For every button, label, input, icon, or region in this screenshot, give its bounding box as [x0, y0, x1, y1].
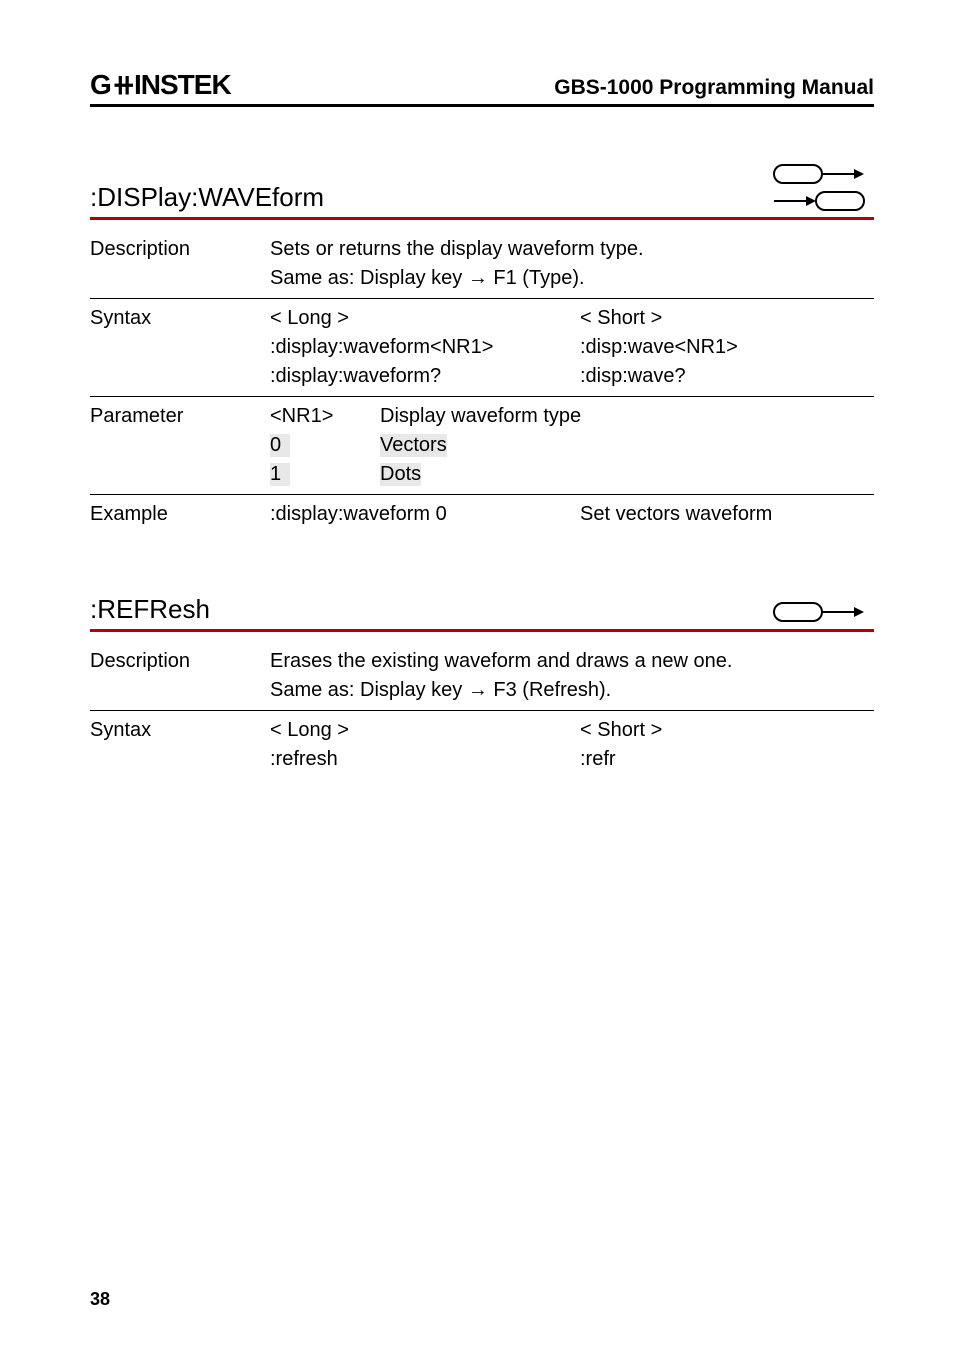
description2-line2: Same as: Display key → F3 (Refresh). — [270, 679, 874, 702]
page-number: 38 — [90, 1289, 110, 1310]
example-command: :display:waveform 0 — [270, 503, 580, 526]
set-icon — [768, 599, 874, 625]
long-header-2: < Long > — [270, 719, 580, 742]
brand-logo: G ⧺ INSTEK — [90, 70, 260, 100]
example-label: Example — [90, 503, 270, 526]
section-heading-waveform: :DISPlay:WAVEform — [90, 182, 324, 213]
section-heading-refresh: :REFResh — [90, 594, 210, 625]
syntax-long-2: :display:waveform? — [270, 365, 580, 388]
description-line1: Sets or returns the display waveform typ… — [270, 238, 874, 261]
description-label: Description — [90, 238, 270, 290]
syntax2-short-1: :refr — [580, 748, 616, 771]
description2-line1: Erases the existing waveform and draws a… — [270, 650, 874, 673]
param-nr1: <NR1> — [270, 405, 380, 428]
description-line2: Same as: Display key → F1 (Type). — [270, 267, 874, 290]
short-header-2: < Short > — [580, 719, 662, 742]
syntax-label-2: Syntax — [90, 719, 270, 771]
svg-text:⧺: ⧺ — [112, 70, 136, 100]
set-query-icons — [768, 161, 874, 213]
short-header: < Short > — [580, 307, 662, 330]
param-nr1-desc: Display waveform type — [380, 405, 874, 428]
param-0-desc: Vectors — [380, 434, 447, 457]
syntax-long-1: :display:waveform<NR1> — [270, 336, 580, 359]
manual-title: GBS-1000 Programming Manual — [554, 76, 874, 100]
param-1: 1 — [270, 463, 290, 486]
syntax-short-2: :disp:wave? — [580, 365, 686, 388]
long-header: < Long > — [270, 307, 580, 330]
svg-text:G: G — [90, 70, 112, 100]
description-label-2: Description — [90, 650, 270, 702]
syntax-short-1: :disp:wave<NR1> — [580, 336, 738, 359]
param-0: 0 — [270, 434, 290, 457]
syntax2-long-1: :refresh — [270, 748, 580, 771]
parameter-label: Parameter — [90, 405, 270, 486]
syntax-label: Syntax — [90, 307, 270, 388]
example-description: Set vectors waveform — [580, 503, 772, 526]
param-1-desc: Dots — [380, 463, 421, 486]
svg-text:INSTEK: INSTEK — [134, 70, 231, 100]
